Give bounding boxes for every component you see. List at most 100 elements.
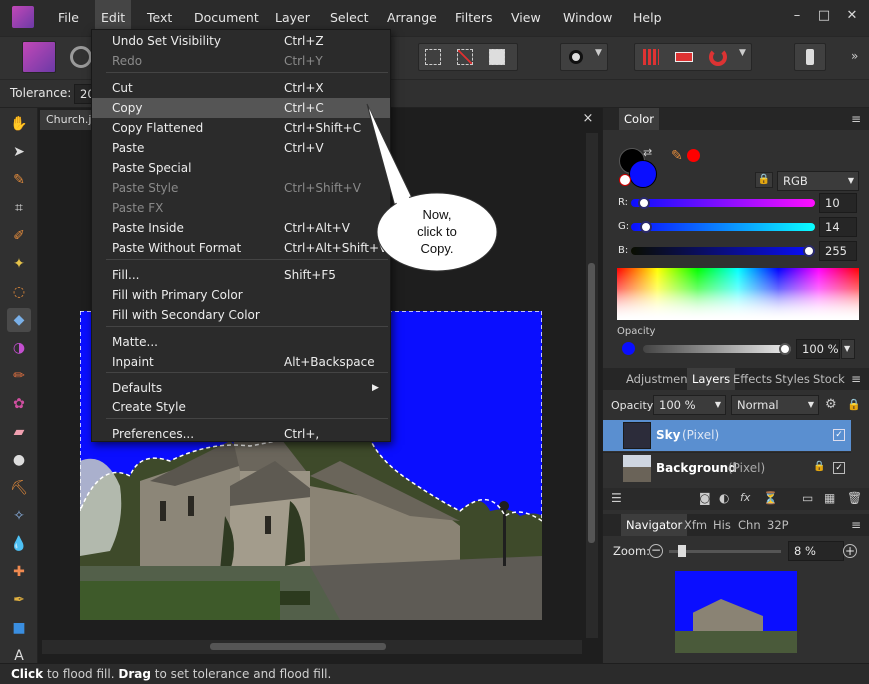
close-icon[interactable]: × [580, 110, 596, 128]
opacity-slider[interactable] [643, 345, 791, 353]
menu-file[interactable]: File [52, 0, 85, 36]
horizontal-scroll-thumb[interactable] [210, 643, 386, 650]
menu-item-inpaint[interactable]: Inpaint Alt+Backspace [92, 352, 390, 372]
grid-icon[interactable] [643, 49, 659, 65]
window-close-icon[interactable]: ✕ [842, 8, 862, 26]
flood-select-tool-icon[interactable]: ✦ [7, 252, 31, 276]
color-picker-tool-icon[interactable]: ✎ [7, 168, 31, 192]
menu-item-fill-with-secondary-color[interactable]: Fill with Secondary Color [92, 305, 390, 325]
toolbar-overflow-icon[interactable]: » [851, 49, 858, 63]
adjustment-icon[interactable]: ◐ [719, 491, 729, 505]
layer-row-sky[interactable]: Sky (Pixel) ✓ [603, 420, 851, 451]
crop-tool-icon[interactable]: ⌗ [7, 196, 31, 220]
horizontal-scrollbar[interactable] [42, 640, 582, 654]
menu-item-fill-with-primary-color[interactable]: Fill with Primary Color [92, 285, 390, 305]
green-value-field[interactable]: 14 [819, 217, 857, 237]
zoom-slider-knob[interactable] [677, 545, 686, 557]
swap-colors-icon[interactable]: ⇄ [643, 146, 652, 159]
menu-filters[interactable]: Filters [449, 0, 498, 36]
panel-menu-icon[interactable]: ≡ [851, 368, 861, 390]
deselect-icon[interactable] [457, 49, 473, 65]
menu-item-paste-without-format[interactable]: Paste Without Format Ctrl+Alt+Shift+V [92, 238, 390, 258]
menu-item-undo-set-visibility[interactable]: Undo Set Visibility Ctrl+Z [92, 31, 390, 51]
lock-icon[interactable]: 🔒 [755, 172, 773, 188]
blue-value-field[interactable]: 255 [819, 241, 857, 261]
picked-color-swatch[interactable] [687, 149, 700, 162]
zoom-in-icon[interactable]: + [843, 544, 857, 558]
quick-mask-button[interactable]: ▼ [560, 43, 608, 71]
panel-menu-icon[interactable]: ≡ [851, 514, 861, 536]
tab-stock[interactable]: Stock [808, 368, 850, 390]
menu-view[interactable]: View [505, 0, 547, 36]
zoom-out-icon[interactable]: − [649, 544, 663, 558]
blue-slider-knob[interactable] [803, 245, 815, 257]
tab-color[interactable]: Color [619, 108, 660, 130]
gradient-tool-icon[interactable]: ◑ [7, 336, 31, 360]
invert-selection-icon[interactable] [489, 49, 505, 65]
menu-item-cut[interactable]: Cut Ctrl+X [92, 78, 390, 98]
vertical-scroll-thumb[interactable] [588, 263, 595, 543]
fx-icon[interactable]: fx [740, 491, 750, 504]
menu-window[interactable]: Window [557, 0, 618, 36]
red-eye-tool-icon[interactable]: ✚ [7, 560, 31, 584]
assistant-button[interactable] [794, 43, 826, 71]
add-pixel-layer-icon[interactable]: ▦ [824, 491, 835, 505]
liquify-persona-icon[interactable] [70, 46, 92, 68]
green-slider-knob[interactable] [640, 221, 653, 233]
color-model-select[interactable]: RGB ▼ [777, 171, 859, 191]
selection-brush-tool-icon[interactable]: ✐ [7, 224, 31, 248]
flood-fill-tool-icon[interactable]: ◆ [7, 308, 31, 332]
folder-icon[interactable]: ▭ [802, 491, 813, 505]
chevron-down-icon[interactable]: ▼ [841, 339, 855, 359]
menu-item-defaults[interactable]: Defaults ▶ [92, 378, 390, 398]
zoom-value-field[interactable]: 8 % [788, 541, 844, 561]
vertical-scrollbar[interactable] [586, 133, 598, 638]
clone-brush-tool-icon[interactable]: ⛏ [7, 476, 31, 500]
rectangle-tool-icon[interactable]: ■ [7, 616, 31, 640]
menu-item-paste-inside[interactable]: Paste Inside Ctrl+Alt+V [92, 218, 390, 238]
tab-channels[interactable]: Chn [733, 514, 766, 536]
menu-item-fill[interactable]: Fill... Shift+F5 [92, 265, 390, 285]
color-replacement-brush-icon[interactable]: ✿ [7, 392, 31, 416]
blemish-removal-tool-icon[interactable]: ✧ [7, 504, 31, 528]
menu-item-preferences[interactable]: Preferences... Ctrl+, [92, 424, 390, 444]
gear-icon[interactable]: ⚙ [825, 397, 837, 412]
layer-row-background[interactable]: Background (Pixel) 🔒 ✓ [603, 452, 851, 483]
menu-item-matte[interactable]: Matte... [92, 332, 390, 352]
lock-icon[interactable]: 🔒 [813, 461, 825, 472]
pen-tool-icon[interactable]: ✒ [7, 588, 31, 612]
red-slider[interactable] [631, 199, 815, 207]
blue-slider[interactable] [631, 247, 815, 255]
minimize-icon[interactable]: – [787, 8, 807, 26]
erase-brush-tool-icon[interactable]: ▰ [7, 420, 31, 444]
no-color-icon[interactable] [619, 174, 631, 186]
paint-brush-tool-icon[interactable]: ✏ [7, 364, 31, 388]
trash-icon[interactable]: 🗑 [847, 491, 862, 505]
live-filter-icon[interactable]: ⏳ [763, 491, 778, 505]
mask-layer-icon[interactable]: ◙ [699, 491, 711, 505]
move-tool-icon[interactable]: ➤ [7, 140, 31, 164]
menu-item-create-style[interactable]: Create Style [92, 397, 390, 417]
layer-visibility-checkbox[interactable]: ✓ [833, 429, 845, 441]
green-slider[interactable] [631, 223, 815, 231]
dodge-brush-tool-icon[interactable]: ● [7, 448, 31, 472]
snapping-magnet-icon[interactable] [709, 48, 727, 66]
eyedropper-icon[interactable]: ✎ [671, 148, 683, 164]
menu-help[interactable]: Help [627, 0, 668, 36]
view-tool-hand-icon[interactable]: ✋ [7, 112, 31, 136]
layer-visibility-checkbox[interactable]: ✓ [833, 462, 845, 474]
freehand-selection-tool-icon[interactable]: ◌ [7, 280, 31, 304]
menu-item-copy-flattened[interactable]: Copy Flattened Ctrl+Shift+C [92, 118, 390, 138]
maximize-icon[interactable]: □ [814, 8, 834, 26]
tab-history[interactable]: His [708, 514, 736, 536]
tab-adjustment[interactable]: Adjustment [621, 368, 697, 390]
blur-brush-tool-icon[interactable]: 💧 [7, 532, 31, 556]
photo-persona-button[interactable] [22, 41, 56, 73]
select-all-icon[interactable] [425, 49, 441, 65]
red-value-field[interactable]: 10 [819, 193, 857, 213]
layer-opacity-select[interactable]: 100 % ▼ [653, 395, 726, 415]
layers-stack-icon[interactable]: ☰ [611, 491, 622, 505]
lock-icon[interactable]: 🔒 [847, 398, 861, 411]
opacity-slider-knob[interactable] [779, 343, 791, 355]
force-pixel-alignment-icon[interactable] [675, 52, 693, 62]
